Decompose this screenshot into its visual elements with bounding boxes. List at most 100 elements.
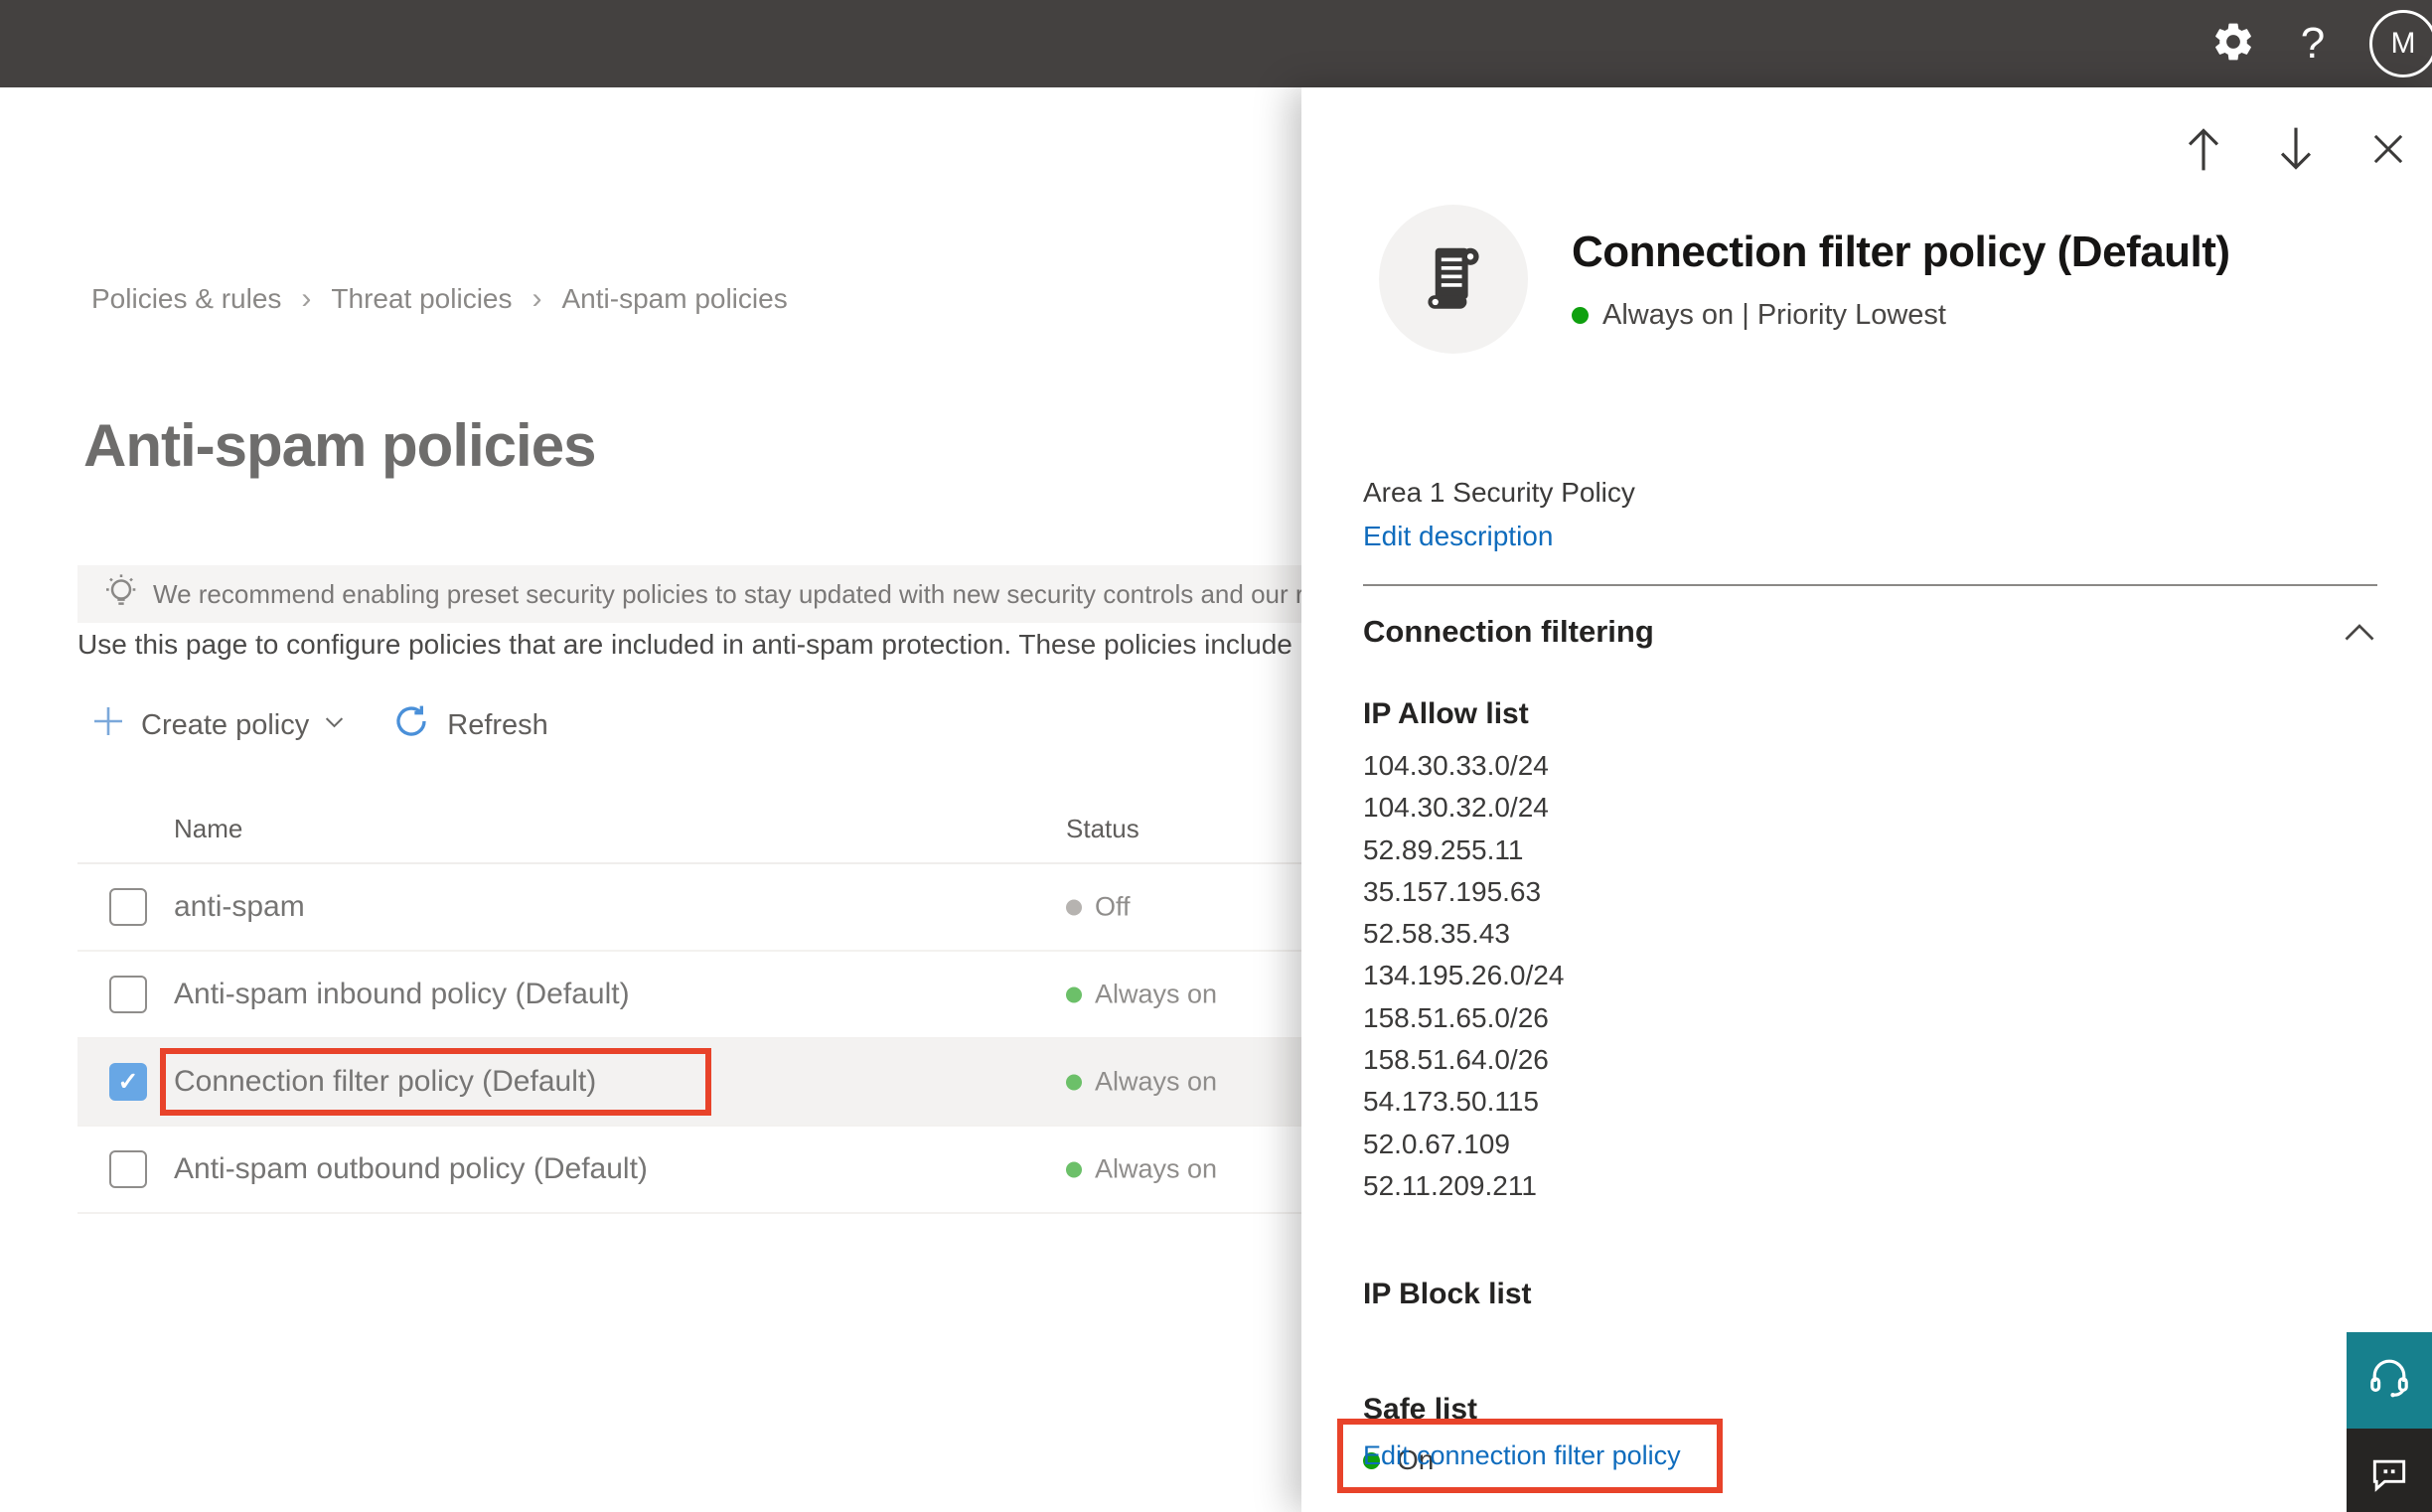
policies-table: Name Status anti-spam Off Anti-spam inbo… [77, 788, 1301, 1214]
ip-address: 104.30.33.0/24 [1363, 750, 1549, 781]
collapse-section-button[interactable] [2342, 620, 2377, 649]
policy-name[interactable]: Anti-spam inbound policy (Default) [174, 978, 630, 1011]
row-checkbox[interactable] [109, 1150, 147, 1188]
selection-highlight-box: Anti-spam outbound policy (Default) [174, 1152, 648, 1186]
settings-button[interactable] [2194, 0, 2273, 87]
status-cell: Always on [1066, 980, 1217, 1010]
panel-title: Connection filter policy (Default) [1572, 227, 2230, 276]
close-panel-button[interactable] [2358, 121, 2418, 181]
table-row[interactable]: anti-spam Off [77, 864, 1301, 952]
ip-address: 54.173.50.115 [1363, 1086, 1539, 1118]
column-header-name[interactable]: Name [174, 814, 242, 844]
divider [1363, 584, 2377, 586]
scroll-icon [1415, 238, 1492, 321]
gear-icon [2210, 19, 2256, 70]
status-cell: Always on [1066, 1154, 1217, 1185]
page-title: Anti-spam policies [83, 412, 596, 479]
status-dot-icon [1066, 899, 1082, 915]
chevron-up-icon [2342, 624, 2377, 648]
breadcrumb-policies-rules[interactable]: Policies & rules [91, 283, 281, 315]
plus-icon [91, 704, 125, 746]
arrow-up-icon [2181, 123, 2226, 180]
table-row[interactable]: Connection filter policy (Default) Alway… [77, 1039, 1301, 1127]
status-label: Off [1095, 891, 1131, 922]
app-root: ? M Policies & rules › Threat policies ›… [0, 0, 2432, 1512]
ip-address: 158.51.64.0/26 [1363, 1044, 1549, 1076]
edit-link-highlight-box: Edit connection filter policy [1337, 1419, 1723, 1493]
banner-text: We recommend enabling preset security po… [153, 578, 1301, 609]
ip-address: 52.58.35.43 [1363, 918, 1510, 950]
ip-address: 134.195.26.0/24 [1363, 960, 1565, 991]
ip-allow-list-heading: IP Allow list [1363, 697, 1529, 730]
status-dot-icon [1066, 1074, 1082, 1090]
feedback-bubble-icon [2367, 1452, 2411, 1501]
status-label: Always on [1095, 1066, 1218, 1097]
connection-filtering-heading: Connection filtering [1363, 614, 1654, 649]
ip-block-list-heading: IP Block list [1363, 1278, 1532, 1310]
page-description: Use this page to configure policies that… [77, 629, 1292, 660]
account-button[interactable]: M [2353, 0, 2432, 87]
status-cell: Always on [1066, 1067, 1217, 1098]
breadcrumb-threat-policies[interactable]: Threat policies [331, 283, 512, 315]
table-row[interactable]: Anti-spam inbound policy (Default) Alway… [77, 952, 1301, 1039]
status-dot-icon [1066, 1161, 1082, 1177]
row-checkbox[interactable] [109, 888, 147, 926]
headset-icon [2365, 1354, 2413, 1407]
ip-address: 52.89.255.11 [1363, 833, 1524, 865]
status-label: Always on [1095, 979, 1218, 1009]
breadcrumb-anti-spam-policies[interactable]: Anti-spam policies [562, 283, 788, 315]
main-content: Policies & rules › Threat policies › Ant… [0, 87, 1301, 1512]
next-item-button[interactable] [2266, 121, 2326, 181]
policy-description: Area 1 Security Policy [1363, 477, 1635, 508]
previous-item-button[interactable] [2174, 121, 2233, 181]
recommendation-banner: We recommend enabling preset security po… [77, 565, 1301, 623]
help-button[interactable]: ? [2273, 0, 2353, 87]
refresh-button[interactable]: Refresh [391, 701, 560, 749]
refresh-label: Refresh [447, 708, 548, 741]
ip-address: 158.51.65.0/26 [1363, 1001, 1549, 1033]
status-dot-icon [1572, 306, 1589, 324]
selection-highlight-box: Connection filter policy (Default) [160, 1048, 712, 1116]
create-policy-label: Create policy [141, 708, 310, 741]
policy-name[interactable]: Connection filter policy (Default) [174, 1065, 596, 1099]
arrow-down-icon [2273, 123, 2319, 180]
row-checkbox[interactable] [109, 1063, 147, 1101]
column-header-status[interactable]: Status [1066, 814, 1140, 844]
breadcrumb: Policies & rules › Threat policies › Ant… [91, 282, 788, 316]
selection-highlight-box: Anti-spam inbound policy (Default) [174, 978, 630, 1011]
selection-highlight-box: anti-spam [174, 890, 305, 924]
policy-name[interactable]: anti-spam [174, 890, 305, 924]
ip-address: 52.0.67.109 [1363, 1128, 1510, 1159]
refresh-icon [391, 701, 431, 749]
corner-buttons [2347, 1332, 2432, 1512]
avatar: M [2369, 10, 2432, 77]
table-row[interactable]: Anti-spam outbound policy (Default) Alwa… [77, 1127, 1301, 1214]
panel-status-text: Always on | Priority Lowest [1602, 298, 1946, 331]
create-policy-button[interactable]: Create policy [91, 704, 348, 746]
close-icon [2367, 128, 2409, 175]
panel-status: Always on | Priority Lowest [1572, 299, 2230, 332]
ip-address: 104.30.32.0/24 [1363, 792, 1549, 824]
panel-header: Connection filter policy (Default) Alway… [1379, 205, 2230, 354]
ip-address: 35.157.195.63 [1363, 875, 1542, 907]
policy-details-flyout: Connection filter policy (Default) Alway… [1301, 87, 2432, 1512]
help-icon: ? [2300, 19, 2326, 68]
edit-description-link[interactable]: Edit description [1363, 521, 1553, 552]
ip-allow-list: 104.30.33.0/24 104.30.32.0/24 52.89.255.… [1363, 745, 1564, 1207]
ip-address: 52.11.209.211 [1363, 1169, 1537, 1201]
lightbulb-icon [101, 570, 141, 619]
policy-name[interactable]: Anti-spam outbound policy (Default) [174, 1152, 648, 1186]
support-button[interactable] [2347, 1332, 2432, 1429]
breadcrumb-separator-icon: › [301, 282, 312, 315]
row-checkbox[interactable] [109, 976, 147, 1013]
status-cell: Off [1066, 892, 1131, 923]
status-dot-icon [1066, 986, 1082, 1002]
feedback-button[interactable] [2347, 1429, 2432, 1512]
edit-connection-filter-policy-link[interactable]: Edit connection filter policy [1363, 1440, 1681, 1471]
status-label: Always on [1095, 1153, 1218, 1184]
chevron-down-icon [321, 708, 348, 743]
top-bar: ? M [0, 0, 2432, 87]
table-header: Name Status [77, 788, 1301, 864]
policy-avatar [1379, 205, 1528, 354]
toolbar: Create policy Refresh [91, 699, 560, 751]
